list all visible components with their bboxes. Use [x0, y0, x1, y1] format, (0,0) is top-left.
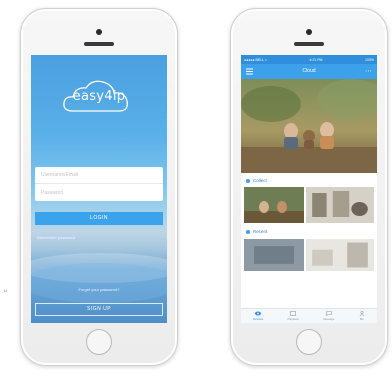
section-collect: Collect	[246, 178, 267, 183]
tab-label: Message	[323, 317, 335, 321]
eye-icon	[255, 311, 262, 316]
brand-name: easy4ip	[72, 89, 126, 104]
front-camera	[96, 29, 102, 35]
login-button[interactable]: LOGIN	[35, 212, 163, 225]
side-mark: U	[4, 288, 7, 293]
phone-gallery: ●●●●● BELL ≈ 4:21 PM 100% Cloud ⋯ Collec…	[230, 8, 388, 366]
earpiece-speaker	[84, 42, 114, 46]
film-icon	[290, 311, 296, 316]
gallery-screen: ●●●●● BELL ≈ 4:21 PM 100% Cloud ⋯ Collec…	[241, 55, 377, 323]
tab-label: Devices	[253, 317, 264, 321]
recent-thumbnail[interactable]	[244, 239, 304, 271]
page-title: Cloud	[302, 68, 316, 74]
more-icon[interactable]: ⋯	[365, 64, 372, 79]
home-button[interactable]	[296, 329, 322, 355]
battery-level: 100%	[365, 57, 374, 62]
tab-label: Playback	[287, 317, 299, 321]
collect-icon	[246, 178, 250, 183]
featured-photo[interactable]	[241, 79, 377, 173]
login-form	[35, 167, 163, 201]
bottom-tab-bar: Devices Playback Message Me	[241, 308, 377, 323]
wave-decoration	[31, 263, 167, 303]
section-recent-label: Recent	[253, 229, 268, 234]
home-button[interactable]	[86, 329, 112, 355]
message-icon	[325, 311, 332, 316]
section-collect-label: Collect	[253, 178, 267, 183]
remember-password-checkbox[interactable]: Remember password	[37, 235, 75, 240]
signal-indicator: ●●●●● BELL ≈	[244, 57, 267, 62]
tab-label: Me	[359, 317, 364, 321]
password-input[interactable]	[35, 184, 163, 201]
status-bar: ●●●●● BELL ≈ 4:21 PM 100%	[241, 55, 377, 64]
signup-button[interactable]: SIGN UP	[35, 303, 163, 316]
forgot-password-link[interactable]: Forget your password?	[31, 287, 167, 292]
login-screen: easy4ip LOGIN Remember password Forget y…	[31, 55, 167, 323]
section-recent: Recent	[246, 229, 267, 234]
phone-login: easy4ip LOGIN Remember password Forget y…	[20, 8, 178, 366]
earpiece-speaker	[294, 42, 324, 46]
tab-devices[interactable]: Devices	[253, 311, 263, 321]
collect-thumbnail[interactable]	[306, 187, 374, 223]
nav-bar: Cloud ⋯	[241, 64, 377, 79]
username-input[interactable]	[35, 167, 163, 184]
tab-me[interactable]: Me	[359, 311, 365, 321]
login-background: easy4ip LOGIN Remember password Forget y…	[31, 55, 167, 323]
front-camera	[306, 29, 312, 35]
tab-playback[interactable]: Playback	[287, 311, 299, 321]
collect-thumbnail[interactable]	[244, 187, 304, 223]
tab-message[interactable]: Message	[323, 311, 334, 321]
recent-icon	[246, 229, 250, 234]
status-time: 4:21 PM	[309, 57, 323, 62]
recent-thumbnail[interactable]	[306, 239, 374, 271]
person-icon	[359, 311, 365, 316]
